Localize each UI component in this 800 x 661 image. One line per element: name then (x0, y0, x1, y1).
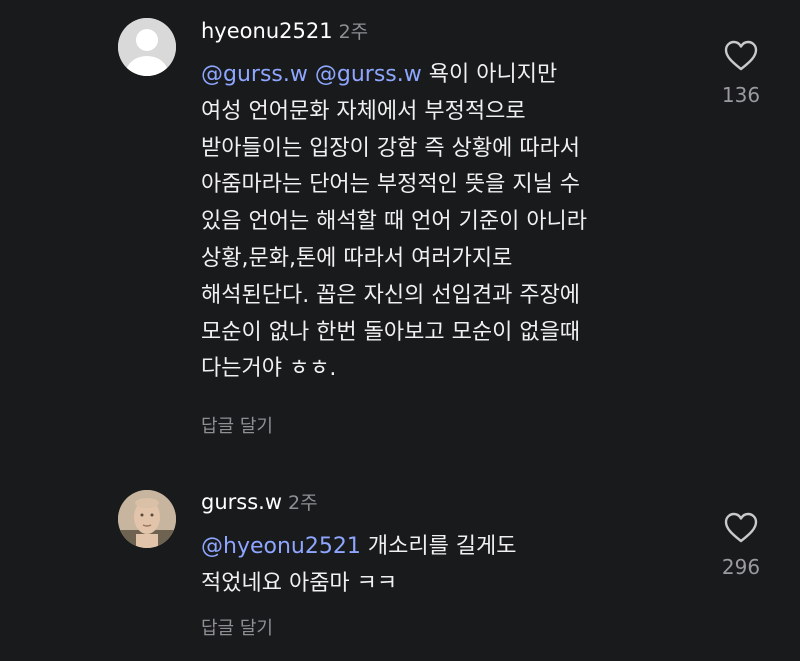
timestamp: 2주 (338, 21, 369, 43)
comment-text-line: 상황,문화,톤에 따라서 여러가지로 (201, 245, 513, 271)
comment-text-line: 있음 언어는 해석할 때 언어 기준이 아니라 (201, 209, 588, 235)
comment-header: gurss.w 2주 (201, 488, 318, 517)
like-count: 296 (721, 555, 761, 579)
comment-body: @gurss.w @gurss.w 욕이 아니지만 여성 언어문화 자체에서 부정적… (201, 57, 587, 388)
comment-text-line: 해석된단다. 꼽은 자신의 선입견과 주장에 (201, 282, 581, 308)
mention-link[interactable]: @gurss.w (201, 62, 308, 87)
reply-button[interactable]: 답글 달기 (201, 617, 273, 641)
comment-text-line: 아줌마라는 단어는 부정적인 뜻을 지닐 수 (201, 172, 581, 198)
comment-item: gurss.w 2주 @hyeonu2521 개소리를 길게도 적었네요 아줌마 ㅋ… (0, 460, 800, 661)
like-count: 136 (721, 83, 761, 107)
comment-text-line: 다는거야 ㅎㅎ. (201, 356, 337, 382)
comment-item: hyeonu2521 2주 @gurss.w @gurss.w 욕이 아니지만 여성 … (0, 0, 800, 460)
comment-text-line: 받아들이는 입장이 강함 즉 상황에 따라서 (201, 135, 581, 161)
profile-photo (118, 490, 176, 548)
comment-header: hyeonu2521 2주 (201, 17, 368, 46)
mention-link[interactable]: @gurss.w (315, 62, 422, 87)
like-area: 296 (706, 512, 776, 579)
mention-link[interactable]: @hyeonu2521 (201, 534, 361, 559)
reply-button[interactable]: 답글 달기 (201, 415, 273, 439)
username[interactable]: gurss.w (201, 490, 282, 514)
like-area: 136 (706, 40, 776, 107)
avatar[interactable] (118, 18, 176, 76)
heart-icon[interactable] (724, 40, 758, 71)
avatar[interactable] (118, 490, 176, 548)
heart-icon[interactable] (724, 512, 758, 543)
comment-text-line: 개소리를 길게도 (367, 534, 517, 559)
comment-text-line: 욕이 아니지만 (428, 62, 558, 87)
comment-text-line: 모순이 없나 한번 돌아보고 모순이 없을때 (201, 319, 581, 345)
default-profile-icon (118, 18, 176, 76)
username[interactable]: hyeonu2521 (201, 19, 333, 43)
timestamp: 2주 (288, 492, 318, 514)
comment-text-line: 적었네요 아줌마 ㅋㅋ (201, 570, 398, 596)
comment-text-line: 여성 언어문화 자체에서 부정적으로 (201, 98, 526, 124)
comment-body: @hyeonu2521 개소리를 길게도 적었네요 아줌마 ㅋㅋ (201, 529, 517, 603)
